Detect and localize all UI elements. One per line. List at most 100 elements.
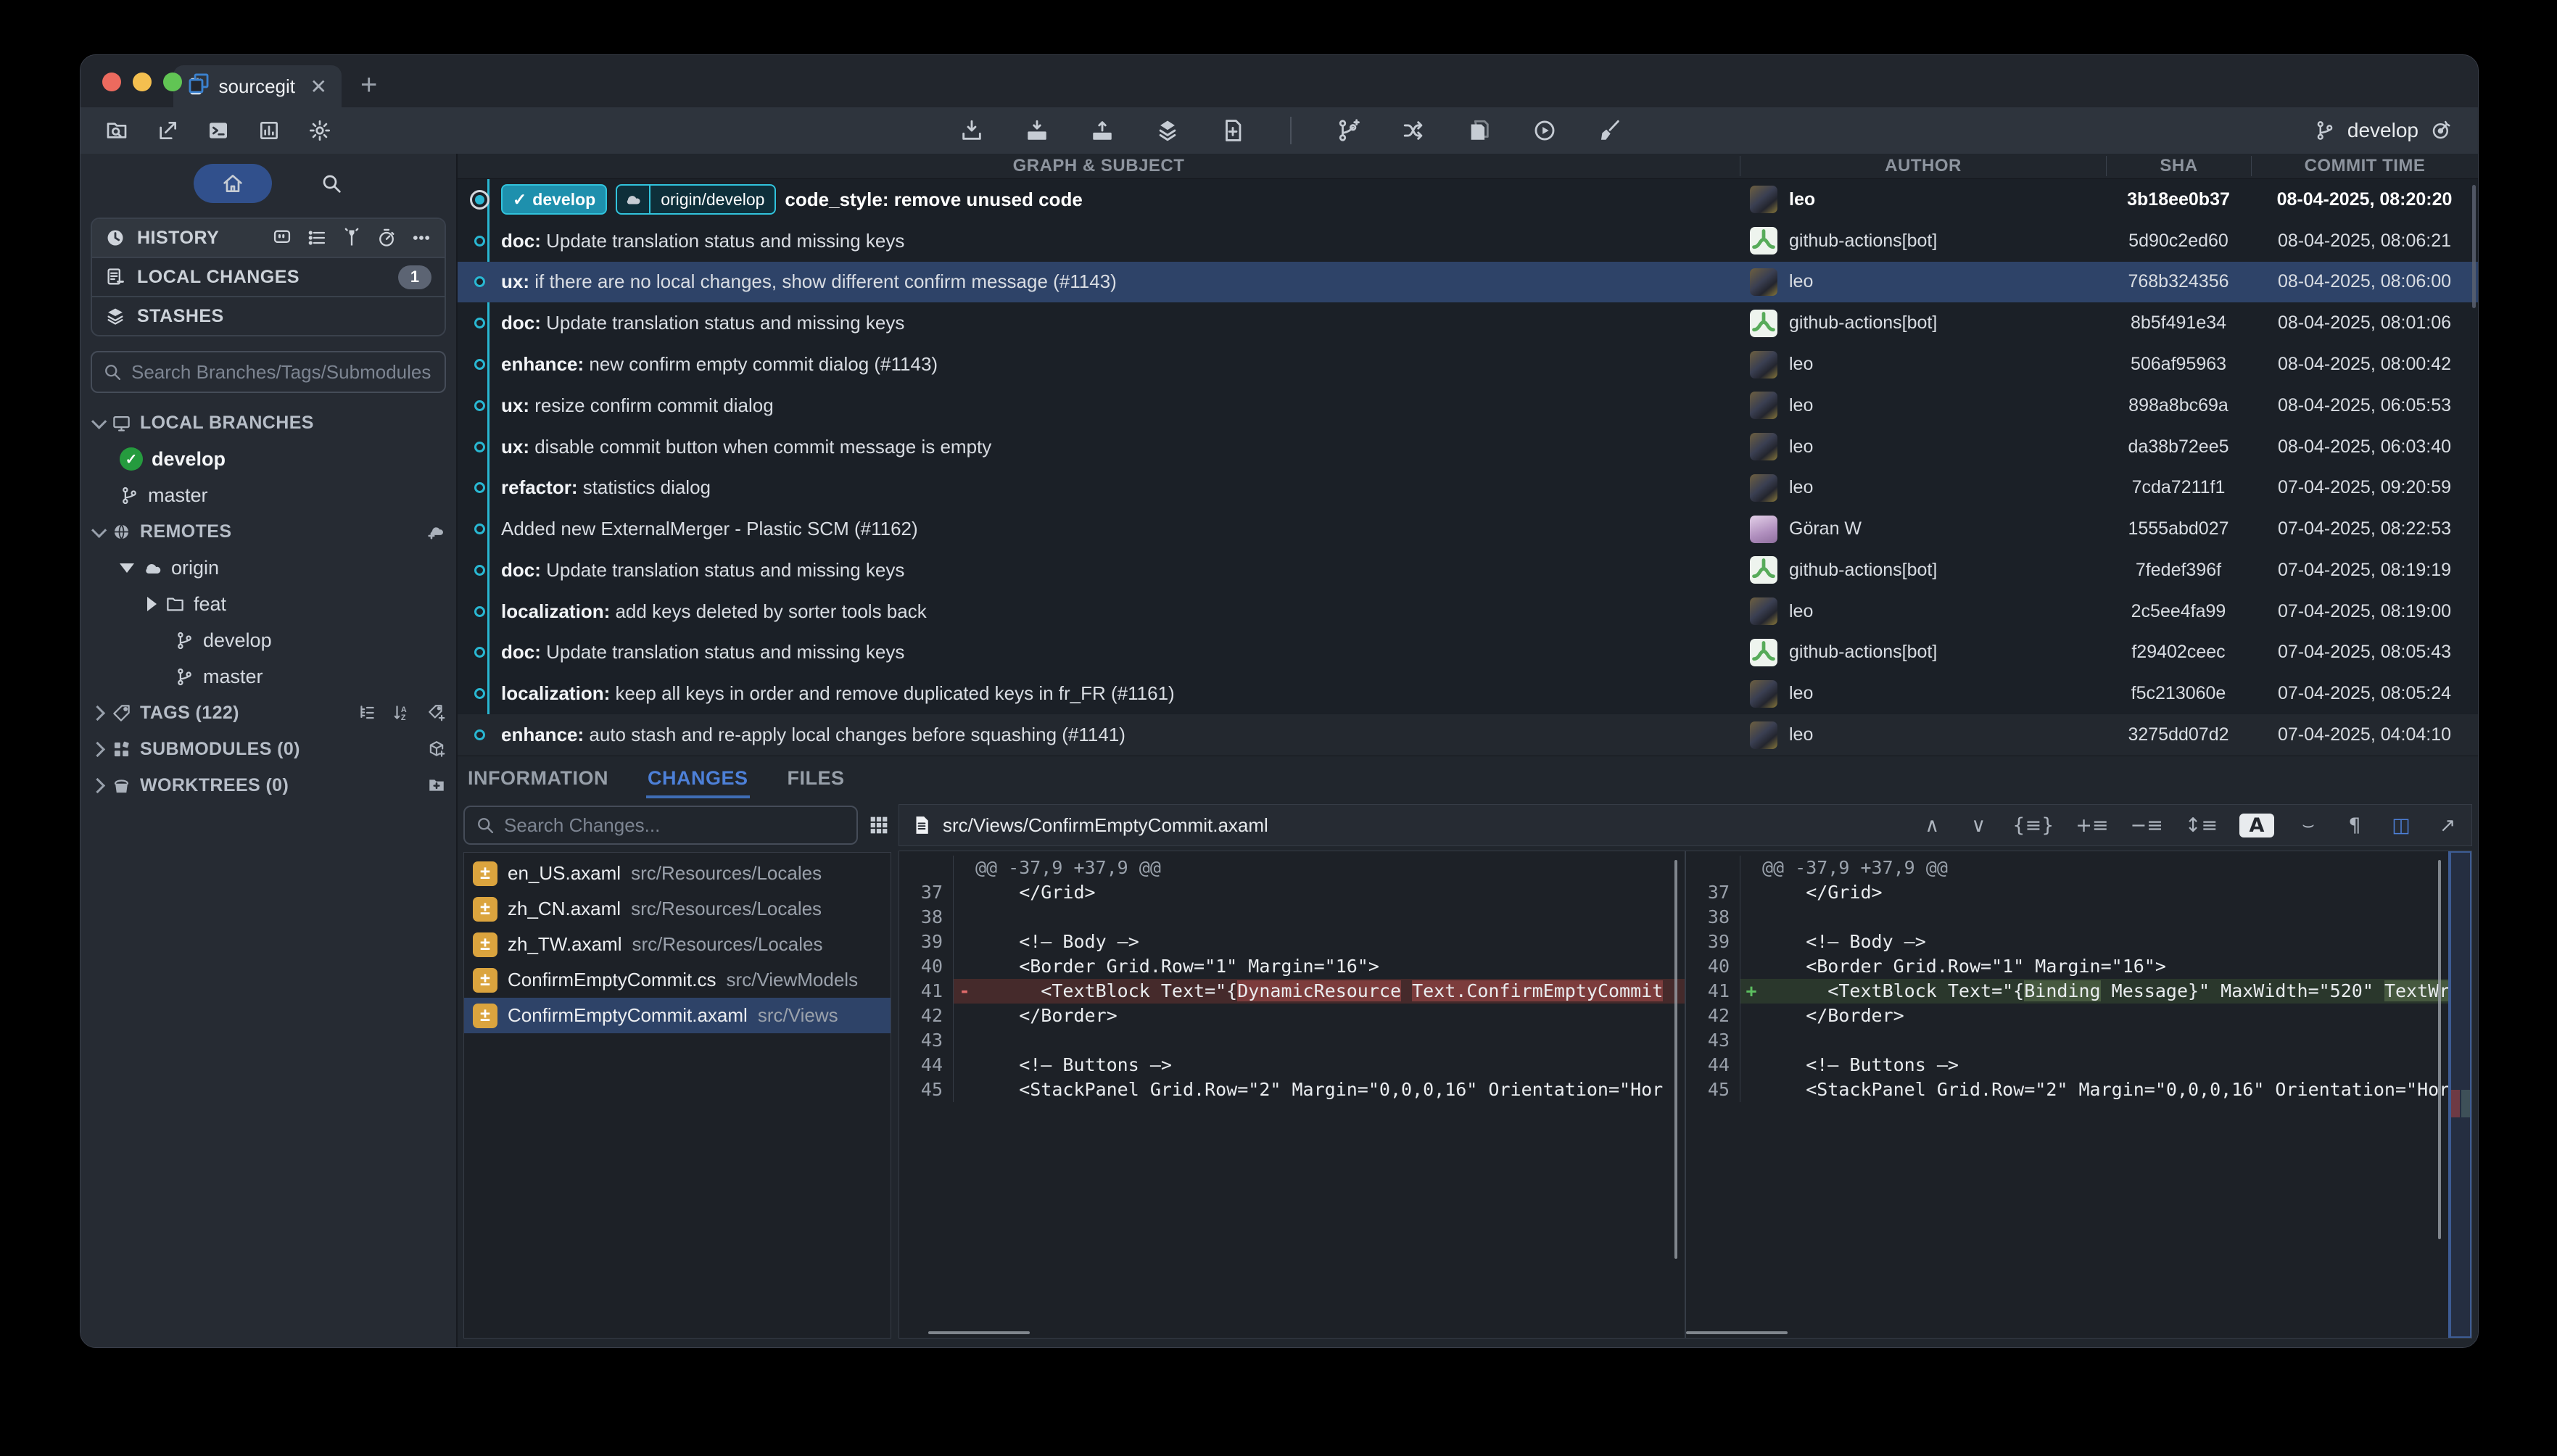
view-mode-icon[interactable] [867,813,891,837]
tree-item-develop[interactable]: ✓develop [80,441,456,477]
file-history-icon[interactable] [307,228,327,248]
tagplus-icon[interactable] [427,703,446,722]
minimize-window-button[interactable] [133,73,152,91]
commit-row[interactable]: ✓developorigin/developcode_style: remove… [458,179,2478,220]
new-pane-hscrollbar[interactable] [1686,1331,1788,1334]
tree-item-worktrees-0-[interactable]: WORKTREES (0) [80,767,456,803]
tree-item-local-branches[interactable]: LOCAL BRANCHES [80,405,456,441]
next-change-icon[interactable]: ∨ [1966,814,1991,837]
tree-item-master[interactable]: master [80,477,456,513]
file-row[interactable]: ±zh_TW.axamlsrc/Resources/Locales [464,927,891,962]
preferences-icon[interactable] [308,119,331,142]
old-pane-scrollbar[interactable] [1674,860,1677,1259]
commit-list-scrollbar[interactable] [2472,185,2476,308]
search-history-icon[interactable] [342,228,362,248]
commit-message-icon[interactable] [272,228,292,248]
sidebar-item-history[interactable]: HISTORY [92,219,445,257]
launch-time-icon[interactable] [376,228,397,248]
fetch-icon[interactable] [959,118,984,143]
file-row[interactable]: ±zh_CN.axamlsrc/Resources/Locales [464,891,891,927]
commit-row[interactable]: ux: resize confirm commit dialogleo898a8… [458,385,2478,426]
commit-row[interactable]: enhance: new confirm empty commit dialog… [458,344,2478,385]
file-row[interactable]: ±ConfirmEmptyCommit.cssrc/ViewModels [464,962,891,998]
tab-files[interactable]: FILES [786,760,846,798]
tree-item-submodules-0-[interactable]: SUBMODULES (0) [80,731,456,767]
cleanup-icon[interactable] [1598,118,1622,143]
search-commits-button[interactable] [320,172,343,195]
chevron-right-icon[interactable] [90,741,105,756]
new-branch-icon[interactable] [1337,118,1361,143]
tree-item-tags-122-[interactable]: TAGS (122)AZ [80,695,456,731]
cloudplus-icon[interactable] [427,522,446,541]
new-pane-scrollbar[interactable] [2438,860,2441,1239]
terminal-icon[interactable] [207,119,230,142]
close-window-button[interactable] [102,73,121,91]
custom-action-icon[interactable] [1532,118,1557,143]
open-external-icon[interactable] [156,119,179,142]
commit-row[interactable]: doc: Update translation status and missi… [458,632,2478,674]
commit-row[interactable]: localization: keep all keys in order and… [458,673,2478,714]
more-options-icon[interactable] [411,228,431,248]
remote-branch-badge[interactable]: origin/develop [616,184,776,215]
tab-information[interactable]: INFORMATION [466,760,610,798]
stash-icon[interactable] [1155,118,1180,143]
commit-row[interactable]: localization: add keys deleted by sorter… [458,591,2478,632]
local-branch-badge[interactable]: ✓develop [501,184,607,215]
chevron-right-icon[interactable] [90,705,105,720]
chevron-down-icon[interactable] [91,522,107,537]
show-symbols-icon[interactable]: ¶ [2342,814,2367,837]
chevron-down-icon[interactable] [91,413,107,429]
diff-pane-new[interactable]: @@ -37,9 +37,9 @@37 </Grid>3839 <!— Body… [1685,851,2471,1338]
apply-patch-icon[interactable] [1220,118,1245,143]
chevron-right-icon[interactable] [90,777,105,793]
syntax-highlight-icon[interactable]: A [2239,814,2274,837]
commit-row[interactable]: doc: Update translation status and missi… [458,302,2478,344]
commit-row[interactable]: Added new ExternalMerger - Plastic SCM (… [458,508,2478,550]
side-by-side-icon[interactable]: ◫ [2389,814,2413,837]
triangle-down-icon[interactable] [120,563,134,573]
statistics-icon[interactable] [257,119,281,142]
cubeplus-icon[interactable] [427,740,446,758]
increase-context-icon[interactable]: +≡ [2075,814,2108,837]
workspace-switcher-icon[interactable] [186,71,211,96]
close-tab-icon[interactable]: ✕ [307,75,330,99]
tree-item-master[interactable]: master [80,658,456,695]
tree-item-origin[interactable]: origin [80,550,456,586]
maximize-window-button[interactable] [163,73,182,91]
search-branches-input[interactable]: Search Branches/Tags/Submodules [91,351,446,393]
line-spacing-icon[interactable]: ↕≡ [2185,814,2218,837]
folderplus-icon[interactable] [427,776,446,795]
dashboard-tab[interactable] [194,164,272,203]
commit-row[interactable]: refactor: statistics dialogleo7cda7211f1… [458,467,2478,508]
tree-item-remotes[interactable]: REMOTES [80,513,456,550]
tab-changes[interactable]: CHANGES [646,760,750,798]
tree-item-feat[interactable]: feat [80,586,456,622]
repositories-icon[interactable] [105,119,128,142]
word-wrap-icon[interactable]: ⌣ [2296,814,2321,837]
triangle-right-icon[interactable] [147,597,157,611]
file-row[interactable]: ±ConfirmEmptyCommit.axamlsrc/Views [464,998,891,1033]
commit-row[interactable]: enhance: auto stash and re-apply local c… [458,714,2478,756]
prev-change-icon[interactable]: ∧ [1920,814,1944,837]
sidebar-item-local-changes[interactable]: LOCAL CHANGES 1 [92,257,445,296]
listtree-icon[interactable] [358,703,376,722]
sidebar-item-stashes[interactable]: STASHES [92,296,445,335]
commit-row[interactable]: doc: Update translation status and missi… [458,220,2478,262]
sortaz-icon[interactable]: AZ [392,703,411,722]
block-navigation-icon[interactable]: {≡} [2012,814,2054,837]
push-icon[interactable] [1090,118,1115,143]
search-changes-input[interactable]: Search Changes... [463,806,858,845]
file-row[interactable]: ±en_US.axamlsrc/Resources/Locales [464,856,891,891]
pull-icon[interactable] [1025,118,1049,143]
diff-minimap[interactable] [2448,851,2471,1338]
decrease-context-icon[interactable]: −≡ [2131,814,2163,837]
merge-icon[interactable] [1402,118,1426,143]
tree-item-develop[interactable]: develop [80,622,456,658]
commit-row[interactable]: ux: disable commit button when commit me… [458,426,2478,468]
archive-icon[interactable] [1467,118,1492,143]
commit-row[interactable]: ux: if there are no local changes, show … [458,262,2478,303]
new-tab-button[interactable]: + [360,69,377,102]
current-branch-button[interactable]: develop [2307,115,2459,146]
old-pane-hscrollbar[interactable] [928,1331,1030,1334]
open-external-icon[interactable]: ↗ [2435,814,2460,837]
